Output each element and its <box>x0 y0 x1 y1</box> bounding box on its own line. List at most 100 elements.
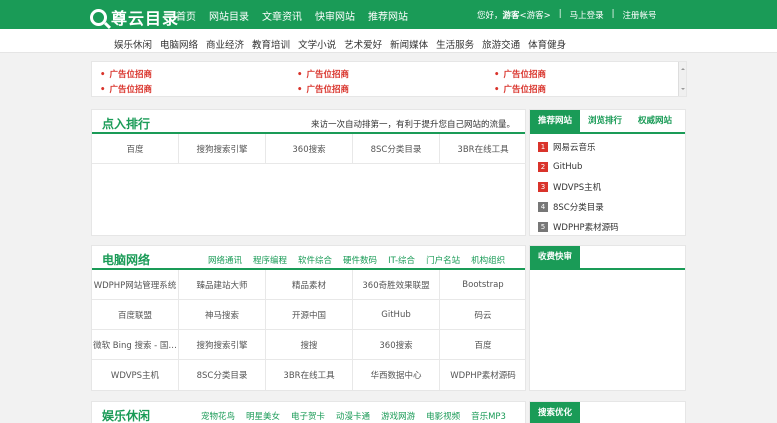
recommended-list: 1 网易云音乐 2 GitHub 3 WDVPS主机 4 8SC分类目录 5 WDPHP素… <box>538 137 619 237</box>
subcategory-link[interactable]: 程序编程 <box>253 254 287 266</box>
computer-header: 电脑网络 网络通讯 程序编程 软件综合 硬件数码 IT-综合 门户名站 机构组织 <box>92 246 525 270</box>
subcategory-link[interactable]: 软件综合 <box>298 254 332 266</box>
site-link[interactable]: 码云 <box>440 300 526 330</box>
user-name: 游客 <box>502 11 520 21</box>
ranking-title: 点入排行 <box>102 117 151 131</box>
subcategory-link[interactable]: 动漫卡通 <box>336 410 370 422</box>
computer-subnav: 网络通讯 程序编程 软件综合 硬件数码 IT-综合 门户名站 机构组织 <box>208 254 516 266</box>
category-link[interactable]: 教育培训 <box>252 37 290 51</box>
list-item[interactable]: 2 GitHub <box>538 157 619 177</box>
site-link[interactable]: 百度 <box>440 330 526 360</box>
site-logo[interactable]: 尊云目录 <box>90 5 179 29</box>
site-link[interactable]: 神马搜索 <box>179 300 266 330</box>
site-link[interactable]: 360搜索 <box>266 134 353 164</box>
site-link[interactable]: 开源中国 <box>266 300 353 330</box>
leisure-header: 娱乐休闲 宠物花鸟 明星美女 电子贺卡 动漫卡通 游戏网游 电影视频 音乐MP3 <box>92 402 525 423</box>
tab-authority[interactable]: 权威网站 <box>630 110 680 132</box>
list-item[interactable]: 5 WDPHP素材源码 <box>538 217 619 237</box>
site-link[interactable]: 360搜索 <box>353 330 440 360</box>
category-link[interactable]: 电脑网络 <box>160 37 198 51</box>
ad-banner: 广告位招商 广告位招商 广告位招商 广告位招商 广告位招商 广告位招商 <box>91 61 687 97</box>
site-link[interactable]: 百度 <box>92 134 179 164</box>
ad-slot[interactable]: 广告位招商 <box>297 68 349 80</box>
site-link[interactable]: 搜狗搜索引擎 <box>179 330 266 360</box>
leisure-title: 娱乐休闲 <box>102 409 151 423</box>
fast-review-tabs: 收费快审 <box>530 246 685 270</box>
nav-recommended[interactable]: 推荐网站 <box>368 8 408 23</box>
ranking-note: 来访一次自动排第一，有利于提升您自己网站的流量。 <box>310 120 515 130</box>
subcategory-link[interactable]: 游戏网游 <box>381 410 415 422</box>
category-link[interactable]: 新闻媒体 <box>390 37 428 51</box>
computer-title: 电脑网络 <box>102 253 151 267</box>
ad-slot[interactable]: 广告位招商 <box>100 68 152 80</box>
site-link[interactable]: 3BR在线工具 <box>266 360 353 390</box>
category-link[interactable]: 生活服务 <box>436 37 474 51</box>
site-link[interactable]: 8SC分类目录 <box>353 134 440 164</box>
subcategory-link[interactable]: 音乐MP3 <box>471 410 506 422</box>
subcategory-link[interactable]: 机构组织 <box>471 254 505 266</box>
category-link[interactable]: 文学小说 <box>298 37 336 51</box>
site-link[interactable]: 搜狗搜索引擎 <box>179 134 266 164</box>
ad-slot[interactable]: 广告位招商 <box>100 83 152 95</box>
subcategory-link[interactable]: 明星美女 <box>246 410 280 422</box>
subcategory-link[interactable]: 宠物花鸟 <box>201 410 235 422</box>
site-link[interactable]: 华西数据中心 <box>353 360 440 390</box>
user-role: <游客> <box>519 11 551 21</box>
site-name: 8SC分类目录 <box>553 203 604 213</box>
tab-seo[interactable]: 搜索优化 <box>530 402 581 423</box>
site-link[interactable]: Bootstrap <box>440 270 526 300</box>
ad-scrollbar[interactable] <box>678 62 686 96</box>
subcategory-link[interactable]: 网络通讯 <box>208 254 242 266</box>
seo-panel: 搜索优化 <box>529 401 686 423</box>
site-name: WDVPS主机 <box>553 183 602 193</box>
separator: | <box>558 9 562 19</box>
list-item[interactable]: 1 网易云音乐 <box>538 137 619 157</box>
subcategory-link[interactable]: 电子贺卡 <box>291 410 325 422</box>
site-link[interactable]: WDVPS主机 <box>92 360 179 390</box>
greeting: 您好， <box>477 11 503 21</box>
category-link[interactable]: 娱乐休闲 <box>114 37 152 51</box>
site-link[interactable]: 3BR在线工具 <box>440 134 526 164</box>
site-link[interactable]: GitHub <box>353 300 440 330</box>
category-link[interactable]: 商业经济 <box>206 37 244 51</box>
tab-fast-review[interactable]: 收费快审 <box>530 246 581 268</box>
site-link[interactable]: 臻品建站大师 <box>179 270 266 300</box>
subcategory-link[interactable]: IT-综合 <box>388 254 415 266</box>
site-link[interactable]: 8SC分类目录 <box>179 360 266 390</box>
subcategory-link[interactable]: 硬件数码 <box>343 254 377 266</box>
nav-articles[interactable]: 文章资讯 <box>262 8 302 23</box>
rank-badge: 3 <box>538 182 548 192</box>
rank-badge: 1 <box>538 142 548 152</box>
site-link[interactable]: 微软 Bing 搜索 - 国… <box>92 330 179 360</box>
site-link[interactable]: 百度联盟 <box>92 300 179 330</box>
tab-browse-ranking[interactable]: 浏览排行 <box>580 110 630 132</box>
rank-badge: 5 <box>538 222 548 232</box>
tab-recommended[interactable]: 推荐网站 <box>530 110 581 132</box>
ad-slot[interactable]: 广告位招商 <box>494 83 546 95</box>
nav-directory[interactable]: 网站目录 <box>209 8 249 23</box>
subcategory-link[interactable]: 电影视频 <box>426 410 460 422</box>
site-link[interactable]: WDPHP素材源码 <box>440 360 526 390</box>
list-item[interactable]: 3 WDVPS主机 <box>538 177 619 197</box>
ranking-panel: 点入排行 来访一次自动排第一，有利于提升您自己网站的流量。 百度 搜狗搜索引擎 … <box>91 109 526 236</box>
nav-fast-review[interactable]: 快审网站 <box>315 8 355 23</box>
site-link[interactable]: 360奇胜效果联盟 <box>353 270 440 300</box>
computer-panel: 电脑网络 网络通讯 程序编程 软件综合 硬件数码 IT-综合 门户名站 机构组织… <box>91 245 526 391</box>
logo-text: 尊云目录 <box>111 9 180 28</box>
register-link[interactable]: 注册帐号 <box>623 9 657 21</box>
site-link[interactable]: WDPHP网站管理系统 <box>92 270 179 300</box>
category-link[interactable]: 体育健身 <box>528 37 566 51</box>
category-link[interactable]: 旅游交通 <box>482 37 520 51</box>
leisure-subnav: 宠物花鸟 明星美女 电子贺卡 动漫卡通 游戏网游 电影视频 音乐MP3 <box>201 410 517 422</box>
subcategory-link[interactable]: 门户名站 <box>426 254 460 266</box>
ad-slot[interactable]: 广告位招商 <box>297 83 349 95</box>
seo-tabs: 搜索优化 <box>530 402 685 423</box>
site-link[interactable]: 精品素材 <box>266 270 353 300</box>
ad-slot[interactable]: 广告位招商 <box>494 68 546 80</box>
login-link[interactable]: 马上登录 <box>570 9 604 21</box>
list-item[interactable]: 4 8SC分类目录 <box>538 197 619 217</box>
nav-home[interactable]: 首页 <box>176 8 196 23</box>
site-link[interactable]: 搜搜 <box>266 330 353 360</box>
recommended-panel: 推荐网站 浏览排行 权威网站 1 网易云音乐 2 GitHub 3 WDVPS主机 4… <box>529 109 686 236</box>
category-link[interactable]: 艺术爱好 <box>344 37 382 51</box>
